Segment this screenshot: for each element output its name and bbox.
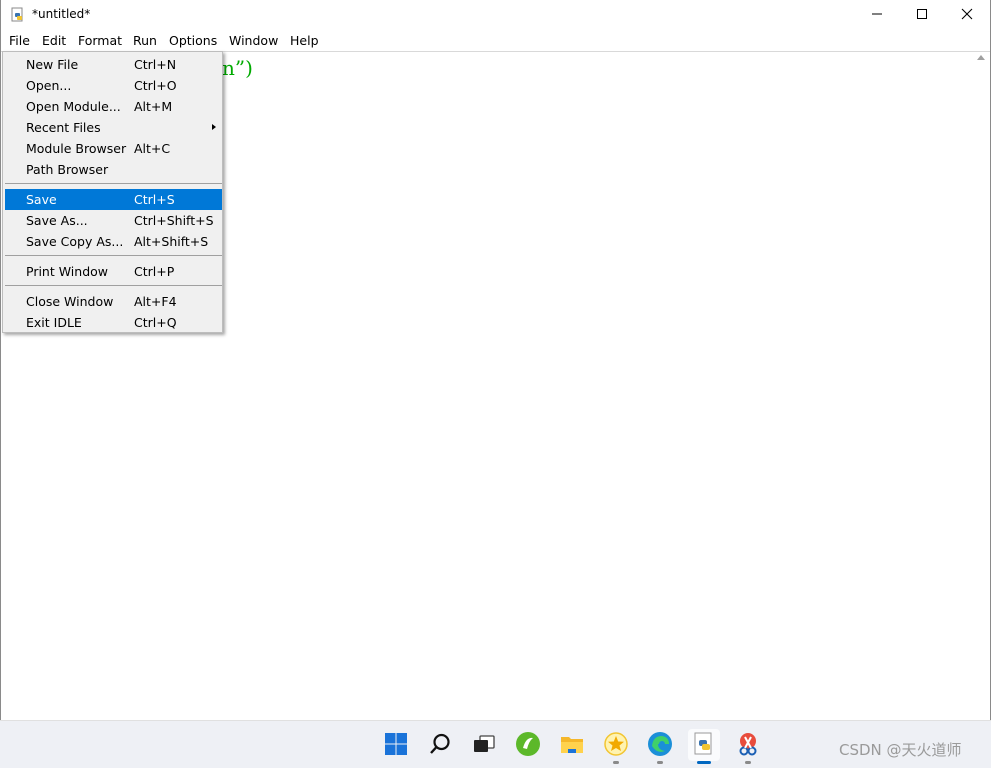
- menu-item-shortcut: Ctrl+Q: [134, 315, 177, 330]
- star-app-button[interactable]: [600, 729, 632, 761]
- menu-item-save[interactable]: Save Ctrl+S: [5, 189, 222, 210]
- menu-item-label: Module Browser: [26, 141, 127, 156]
- menu-item-exit-idle[interactable]: Exit IDLE Ctrl+Q: [5, 312, 222, 333]
- running-indicator: [657, 761, 663, 764]
- minimize-icon: [871, 8, 883, 23]
- search-icon: [428, 732, 452, 759]
- menu-item-shortcut: Alt+M: [134, 99, 173, 114]
- search-button[interactable]: [424, 729, 456, 761]
- menu-item-label: Close Window: [26, 294, 114, 309]
- menu-separator: [5, 285, 222, 286]
- menu-separator: [5, 255, 222, 256]
- menu-item-label: New File: [26, 57, 79, 72]
- menu-help[interactable]: Help: [290, 33, 319, 48]
- menu-bar: File Edit Format Run Options Window Help: [1, 30, 990, 51]
- menu-format[interactable]: Format: [78, 33, 122, 48]
- maximize-icon: [916, 8, 928, 23]
- code-line: n”): [222, 56, 253, 80]
- menu-item-close-window[interactable]: Close Window Alt+F4: [5, 291, 222, 312]
- menu-item-label: Recent Files: [26, 120, 101, 135]
- python-idle-icon: [10, 7, 26, 23]
- window-title: *untitled*: [32, 7, 91, 21]
- menu-item-label: Save: [26, 192, 57, 207]
- task-view-icon: [472, 732, 496, 759]
- star-app-icon: [603, 731, 629, 760]
- maximize-button[interactable]: [899, 0, 945, 30]
- minimize-button[interactable]: [854, 0, 900, 30]
- menu-item-save-copy-as[interactable]: Save Copy As... Alt+Shift+S: [5, 231, 222, 252]
- menu-separator: [5, 183, 222, 184]
- windows-start-icon: [384, 732, 408, 759]
- edge-icon: [647, 731, 673, 760]
- menu-item-open[interactable]: Open... Ctrl+O: [5, 75, 222, 96]
- scroll-up-arrow-icon[interactable]: [977, 55, 985, 60]
- code-string-fragment: n”): [222, 56, 253, 80]
- menu-item-print-window[interactable]: Print Window Ctrl+P: [5, 261, 222, 282]
- menu-edit[interactable]: Edit: [42, 33, 66, 48]
- menu-item-shortcut: Ctrl+P: [134, 264, 175, 279]
- submenu-arrow-icon: [212, 124, 216, 130]
- menu-item-shortcut: Ctrl+N: [134, 57, 177, 72]
- menu-options[interactable]: Options: [169, 33, 217, 48]
- running-indicator: [745, 761, 751, 764]
- menu-item-label: Save Copy As...: [26, 234, 124, 249]
- menu-item-shortcut: Ctrl+S: [134, 192, 175, 207]
- menu-run[interactable]: Run: [133, 33, 157, 48]
- menu-item-open-module[interactable]: Open Module... Alt+M: [5, 96, 222, 117]
- python-idle-taskbar-button[interactable]: [688, 729, 720, 761]
- menu-window[interactable]: Window: [229, 33, 278, 48]
- menu-item-shortcut: Alt+C: [134, 141, 171, 156]
- browser-taskbar-button[interactable]: [512, 729, 544, 761]
- active-app-indicator: [697, 761, 711, 764]
- file-explorer-button[interactable]: [556, 729, 588, 761]
- edge-button[interactable]: [644, 729, 676, 761]
- menu-item-shortcut: Alt+Shift+S: [134, 234, 209, 249]
- menu-item-label: Open...: [26, 78, 72, 93]
- browser-icon: [515, 731, 541, 760]
- file-menu-dropdown: New File Ctrl+N Open... Ctrl+O Open Modu…: [2, 51, 223, 333]
- menu-item-module-browser[interactable]: Module Browser Alt+C: [5, 138, 222, 159]
- windows-start-button[interactable]: [380, 729, 412, 761]
- menu-file[interactable]: File: [9, 33, 30, 48]
- menu-item-label: Open Module...: [26, 99, 121, 114]
- menu-item-label: Save As...: [26, 213, 88, 228]
- title-bar[interactable]: *untitled*: [1, 0, 990, 30]
- menu-item-recent-files[interactable]: Recent Files: [5, 117, 222, 138]
- menu-item-label: Print Window: [26, 264, 109, 279]
- scissors-app-icon: [735, 731, 761, 760]
- menu-item-path-browser[interactable]: Path Browser: [5, 159, 222, 180]
- close-icon: [961, 8, 973, 23]
- menu-item-label: Path Browser: [26, 162, 109, 177]
- close-button[interactable]: [944, 0, 990, 30]
- file-explorer-icon: [559, 731, 585, 760]
- menu-item-shortcut: Alt+F4: [134, 294, 177, 309]
- running-indicator: [613, 761, 619, 764]
- menu-item-label: Exit IDLE: [26, 315, 82, 330]
- vertical-scrollbar[interactable]: [973, 52, 990, 720]
- menu-item-new-file[interactable]: New File Ctrl+N: [5, 54, 222, 75]
- watermark: CSDN @天火道师: [839, 741, 962, 759]
- menu-item-shortcut: Ctrl+Shift+S: [134, 213, 214, 228]
- task-view-button[interactable]: [468, 729, 500, 761]
- python-idle-icon: [691, 731, 717, 760]
- menu-item-save-as[interactable]: Save As... Ctrl+Shift+S: [5, 210, 222, 231]
- menu-item-shortcut: Ctrl+O: [134, 78, 177, 93]
- scissors-app-button[interactable]: [732, 729, 764, 761]
